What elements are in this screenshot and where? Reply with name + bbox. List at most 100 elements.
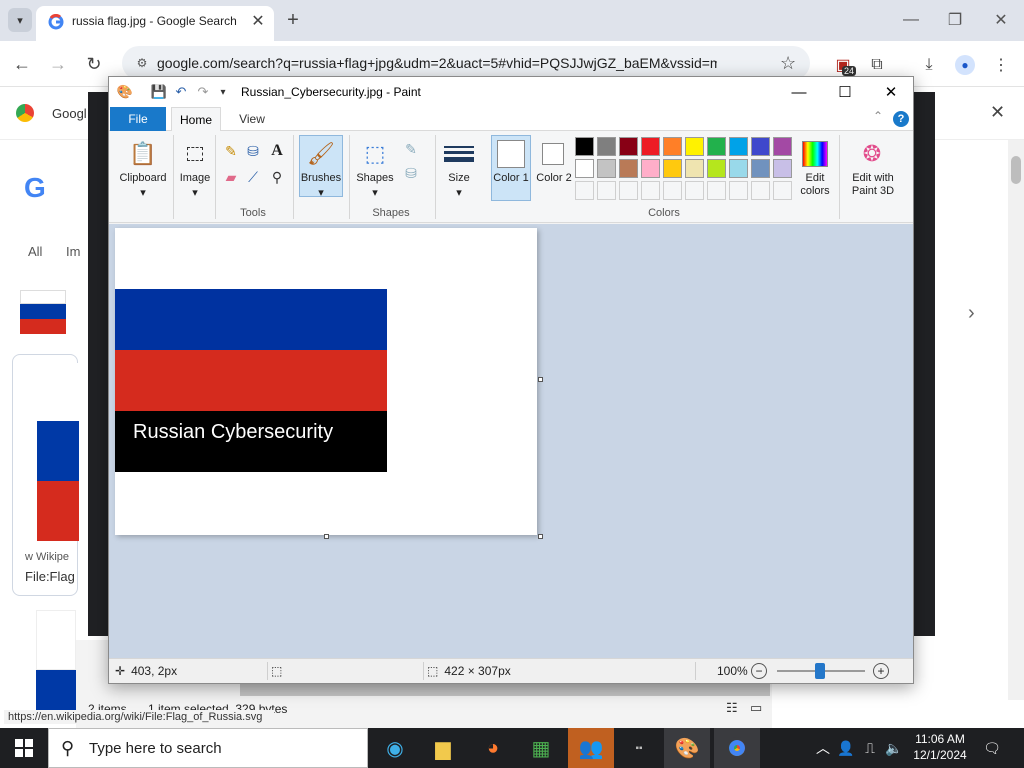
color1-button[interactable]: Color 1 xyxy=(491,135,531,201)
palette-swatch[interactable] xyxy=(663,181,682,200)
shapes-button[interactable]: ⬚ Shapes ▾ xyxy=(353,135,397,201)
pencil-icon[interactable]: ✎ xyxy=(221,141,241,161)
reload-icon[interactable]: ↻ xyxy=(82,52,106,76)
image-button[interactable]: Image ▾ xyxy=(177,135,213,201)
palette-swatch[interactable] xyxy=(575,137,594,156)
page-scrollbar[interactable] xyxy=(1008,140,1024,700)
address-bar[interactable]: ⚙ google.com/search?q=russia+flag+jpg&ud… xyxy=(122,46,810,80)
palette-swatch[interactable] xyxy=(707,137,726,156)
palette-swatch[interactable] xyxy=(729,137,748,156)
palette-swatch[interactable] xyxy=(729,159,748,178)
back-arrow-icon[interactable]: ← xyxy=(10,52,34,76)
russia-flag-thumbnail[interactable] xyxy=(20,290,66,334)
filter-tab-all[interactable]: All xyxy=(28,244,42,259)
tray-people-icon[interactable]: 👤 xyxy=(836,728,856,768)
help-icon[interactable]: ? xyxy=(893,111,909,127)
chrome-taskbar-icon[interactable] xyxy=(714,728,760,768)
overlay-close-icon[interactable]: ✕ xyxy=(944,106,956,123)
palette-swatch[interactable] xyxy=(773,181,792,200)
chrome-minimize-button[interactable]: — xyxy=(896,8,926,32)
palette-swatch[interactable] xyxy=(707,159,726,178)
fill-icon[interactable]: ⛁ xyxy=(401,163,421,183)
image-result-card-2[interactable] xyxy=(36,610,76,720)
profile-avatar-icon[interactable]: ● xyxy=(952,52,978,78)
palette-swatch[interactable] xyxy=(663,137,682,156)
media-app-icon[interactable]: ▪▪ xyxy=(616,728,662,768)
resize-handle-bottom[interactable] xyxy=(324,534,329,539)
taskbar-search-box[interactable]: ⚲ Type here to search xyxy=(48,728,368,768)
edit-with-paint3d-button[interactable]: ❂ Edit with Paint 3D xyxy=(845,135,899,201)
tab-file[interactable]: File xyxy=(110,107,166,131)
palette-swatch[interactable] xyxy=(597,181,616,200)
palette-swatch[interactable] xyxy=(575,159,594,178)
palette-swatch[interactable] xyxy=(641,181,660,200)
palette-swatch[interactable] xyxy=(729,181,748,200)
header-close-icon[interactable]: ✕ xyxy=(990,102,1005,123)
palette-swatch[interactable] xyxy=(619,159,638,178)
people-app-icon[interactable]: 👥 xyxy=(568,728,614,768)
magnifier-icon[interactable]: ⚲ xyxy=(267,167,287,187)
color-picker-icon[interactable]: ⟋ xyxy=(243,167,263,187)
resize-handle-right[interactable] xyxy=(538,377,543,382)
forward-arrow-icon[interactable]: → xyxy=(46,52,70,76)
notifications-icon[interactable]: 🗨 xyxy=(982,728,1002,768)
customize-qat-icon[interactable]: ▾ xyxy=(215,84,231,100)
paint-app-icon[interactable]: 🎨 xyxy=(117,84,133,100)
palette-swatch[interactable] xyxy=(685,159,704,178)
palette-swatch[interactable] xyxy=(751,137,770,156)
save-icon[interactable]: 💾 xyxy=(151,84,167,100)
file-explorer-icon[interactable]: ▆ xyxy=(420,728,466,768)
tab-home[interactable]: Home xyxy=(171,107,221,131)
palette-swatch[interactable] xyxy=(597,159,616,178)
paint-maximize-button[interactable]: ☐ xyxy=(825,79,865,105)
tab-view[interactable]: View xyxy=(227,107,277,131)
chrome-close-button[interactable]: ✕ xyxy=(986,8,1016,32)
chrome-menu-icon[interactable]: ⋮ xyxy=(988,52,1014,78)
download-icon[interactable]: ⤓ xyxy=(916,52,942,78)
browser-tab[interactable]: russia flag.jpg - Google Search ✕ xyxy=(36,6,274,41)
redo-icon[interactable]: ↷ xyxy=(195,84,211,100)
chrome-restore-button[interactable]: ❐ xyxy=(940,8,970,32)
volume-icon[interactable]: 🔈 xyxy=(884,728,904,768)
details-view-icon[interactable]: ☷ xyxy=(726,700,738,716)
drawing-canvas[interactable]: Russian Cybersecurity xyxy=(115,228,537,535)
palette-swatch[interactable] xyxy=(685,137,704,156)
fill-bucket-icon[interactable]: ⛁ xyxy=(243,141,263,161)
brushes-button[interactable]: 🖌 Brushes ▾ xyxy=(299,135,343,199)
palette-swatch[interactable] xyxy=(641,137,660,156)
palette-swatch[interactable] xyxy=(773,137,792,156)
tray-overflow-icon[interactable]: ︿ xyxy=(814,728,832,768)
next-chevron-icon[interactable]: › xyxy=(968,302,975,325)
image-result-card[interactable]: w Wikipe File:Flag xyxy=(12,354,79,596)
explorer-hscrollbar[interactable] xyxy=(240,684,770,696)
paint-minimize-button[interactable]: — xyxy=(779,79,819,105)
size-button[interactable]: Size ▾ xyxy=(439,135,479,201)
text-tool-icon[interactable]: A xyxy=(267,141,287,161)
firefox-icon[interactable]: ◕ xyxy=(470,728,516,768)
tab-close-icon[interactable]: ✕ xyxy=(248,11,268,31)
spreadsheet-app-icon[interactable]: ▦ xyxy=(518,728,564,768)
clipboard-button[interactable]: 📋 Clipboard ▾ xyxy=(115,135,171,201)
palette-swatch[interactable] xyxy=(619,181,638,200)
filter-tab-images[interactable]: Im xyxy=(66,244,80,259)
site-info-icon[interactable]: ⚙ xyxy=(134,55,150,71)
taskbar-clock[interactable]: 11:06 AM 12/1/2024 xyxy=(908,731,972,763)
palette-swatch[interactable] xyxy=(619,137,638,156)
resize-handle-corner[interactable] xyxy=(538,534,543,539)
outline-icon[interactable]: ✎ xyxy=(401,139,421,159)
tab-search-button[interactable]: ▾ xyxy=(8,8,32,32)
paint-close-button[interactable]: ✕ xyxy=(871,79,911,105)
palette-swatch[interactable] xyxy=(641,159,660,178)
edge-icon[interactable]: ◉ xyxy=(372,728,418,768)
undo-icon[interactable]: ↶ xyxy=(173,84,189,100)
zoom-slider-thumb[interactable] xyxy=(815,663,825,679)
network-icon[interactable]: ⎍ xyxy=(860,728,880,768)
eraser-icon[interactable]: ▰ xyxy=(221,167,241,187)
address-bar-url[interactable]: google.com/search?q=russia+flag+jpg&udm=… xyxy=(157,55,717,71)
palette-swatch[interactable] xyxy=(575,181,594,200)
palette-swatch[interactable] xyxy=(751,159,770,178)
palette-swatch[interactable] xyxy=(597,137,616,156)
result-title[interactable]: File:Flag xyxy=(25,569,75,584)
edit-colors-button[interactable]: Edit colors xyxy=(795,135,835,201)
collapse-ribbon-icon[interactable]: ⌃ xyxy=(873,109,883,123)
